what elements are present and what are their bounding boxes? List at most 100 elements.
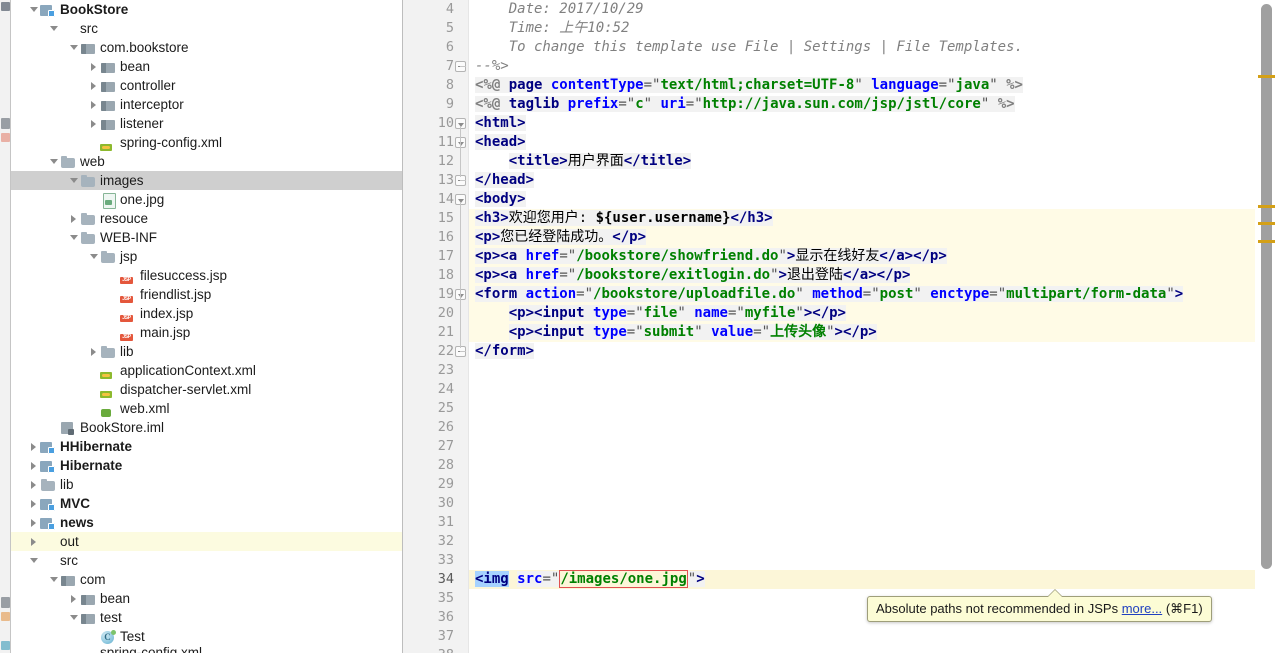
- code-line-21[interactable]: <p><input type="submit" value="上传头像"></p…: [469, 323, 877, 342]
- chevron-down-icon[interactable]: [29, 551, 40, 570]
- code-line-19[interactable]: <form action="/bookstore/uploadfile.do" …: [469, 285, 1184, 304]
- chevron-right-icon[interactable]: [69, 589, 80, 608]
- tree-item-web-xml[interactable]: web.xml: [11, 399, 402, 418]
- chevron-right-icon[interactable]: [89, 114, 100, 133]
- tree-item-spring-config-xml[interactable]: spring-config.xml: [11, 133, 402, 152]
- tree-item-web-inf[interactable]: WEB-INF: [11, 228, 402, 247]
- line-number: 28: [437, 457, 454, 473]
- code-line-22[interactable]: </form>: [469, 342, 535, 361]
- tree-item-bookstore-iml[interactable]: BookStore.iml: [11, 418, 402, 437]
- tool-window-icon-5[interactable]: [1, 612, 10, 621]
- code-line-9[interactable]: <%@ taglib prefix="c" uri="http://java.s…: [469, 95, 1015, 114]
- chevron-down-icon[interactable]: [69, 38, 80, 57]
- tool-window-icon-2[interactable]: [1, 118, 10, 129]
- code-editor[interactable]: 4 5 6 7 8 9 10 11 12 13 14 15 16 17 18 19 20 21 22 23 24 25 26…: [403, 0, 1277, 653]
- code-line-15[interactable]: <h3>欢迎您用户: ${user.username}</h3>: [469, 209, 773, 228]
- tree-item-mvc[interactable]: MVC: [11, 494, 402, 513]
- tree-item-hibernate[interactable]: Hibernate: [11, 456, 402, 475]
- tree-item-hhibernate[interactable]: HHibernate: [11, 437, 402, 456]
- chevron-right-icon[interactable]: [29, 437, 40, 456]
- tree-item-src[interactable]: src: [11, 19, 402, 38]
- tree-item-com[interactable]: com: [11, 570, 402, 589]
- tree-item-test[interactable]: Test: [11, 627, 402, 646]
- tree-item-test[interactable]: test: [11, 608, 402, 627]
- chevron-down-icon[interactable]: [69, 171, 80, 190]
- tree-item-spring-config-xml[interactable]: spring-config.xml: [11, 646, 402, 653]
- tree-item-bookstore[interactable]: BookStore: [11, 0, 402, 19]
- tree-item-resouce[interactable]: resouce: [11, 209, 402, 228]
- tree-item-lib[interactable]: lib: [11, 475, 402, 494]
- chevron-down-icon[interactable]: [49, 570, 60, 589]
- tree-item-src[interactable]: src: [11, 551, 402, 570]
- line-number: 17: [437, 248, 454, 264]
- code-folding-column[interactable]: [453, 0, 469, 653]
- chevron-right-icon[interactable]: [29, 456, 40, 475]
- left-tool-strip[interactable]: [0, 0, 11, 653]
- tree-item-filesuccess-jsp[interactable]: JSP filesuccess.jsp: [11, 266, 402, 285]
- code-line-34[interactable]: <img src="/images/one.jpg">: [469, 570, 705, 589]
- code-line-7[interactable]: --%>: [469, 57, 509, 76]
- tree-item-one-jpg[interactable]: one.jpg: [11, 190, 402, 209]
- code-line-12[interactable]: <title>用户界面</title>: [469, 152, 692, 171]
- tree-item-friendlist-jsp[interactable]: JSP friendlist.jsp: [11, 285, 402, 304]
- project-tree[interactable]: BookStore src com.bookstore bean controller i…: [11, 0, 403, 653]
- tree-item-out[interactable]: out: [11, 532, 402, 551]
- warning-marker[interactable]: [1258, 240, 1275, 243]
- chevron-right-icon[interactable]: [69, 209, 80, 228]
- chevron-right-icon[interactable]: [89, 57, 100, 76]
- warning-marker[interactable]: [1258, 75, 1275, 78]
- tool-window-icon-1[interactable]: [1, 2, 10, 11]
- chevron-right-icon[interactable]: [89, 76, 100, 95]
- tree-item-news[interactable]: news: [11, 513, 402, 532]
- code-line-13[interactable]: </head>: [469, 171, 535, 190]
- code-line-20[interactable]: <p><input type="file" name="myfile"></p>: [469, 304, 846, 323]
- chevron-down-icon[interactable]: [49, 152, 60, 171]
- tree-item-jsp[interactable]: jsp: [11, 247, 402, 266]
- tree-item-com-bookstore[interactable]: com.bookstore: [11, 38, 402, 57]
- tree-item-web[interactable]: web: [11, 152, 402, 171]
- code-line-16[interactable]: <p>您已经登陆成功。</p>: [469, 228, 647, 247]
- scrollbar-thumb[interactable]: [1261, 4, 1272, 569]
- warning-marker[interactable]: [1258, 222, 1275, 225]
- chevron-right-icon[interactable]: [89, 342, 100, 361]
- tooltip-more-link[interactable]: more...: [1122, 601, 1162, 616]
- chevron-right-icon[interactable]: [89, 95, 100, 114]
- tree-item-controller[interactable]: controller: [11, 76, 402, 95]
- tree-item-bean[interactable]: bean: [11, 57, 402, 76]
- code-line-6[interactable]: To change this template use File | Setti…: [469, 38, 1023, 57]
- code-line-5[interactable]: Time: 上午10:52: [469, 19, 630, 38]
- tree-item-applicationcontext-xml[interactable]: applicationContext.xml: [11, 361, 402, 380]
- warning-marker[interactable]: [1258, 205, 1275, 208]
- tree-item-interceptor[interactable]: interceptor: [11, 95, 402, 114]
- chevron-down-icon[interactable]: [69, 228, 80, 247]
- tool-window-icon-6[interactable]: [1, 641, 10, 650]
- chevron-down-icon[interactable]: [49, 19, 60, 38]
- chevron-right-icon[interactable]: [29, 513, 40, 532]
- tool-window-icon-3[interactable]: [1, 133, 10, 142]
- tool-window-icon-4[interactable]: [1, 597, 10, 608]
- tree-item-main-jsp[interactable]: JSP main.jsp: [11, 323, 402, 342]
- tree-item-dispatcher-servlet-xml[interactable]: dispatcher-servlet.xml: [11, 380, 402, 399]
- chevron-right-icon[interactable]: [29, 494, 40, 513]
- chevron-down-icon[interactable]: [89, 247, 100, 266]
- code-line-10[interactable]: <html>: [469, 114, 526, 133]
- tree-item-lib[interactable]: lib: [11, 342, 402, 361]
- chevron-down-icon[interactable]: [69, 608, 80, 627]
- tree-item-index-jsp[interactable]: JSP index.jsp: [11, 304, 402, 323]
- code-line-8[interactable]: <%@ page contentType="text/html;charset=…: [469, 76, 1023, 95]
- code-line-4[interactable]: Date: 2017/10/29: [469, 0, 644, 19]
- tree-item-label: bean: [120, 59, 151, 74]
- code-line-18[interactable]: <p><a href="/bookstore/exitlogin.do">退出登…: [469, 266, 911, 285]
- error-stripe-scrollbar[interactable]: [1255, 0, 1277, 653]
- package-icon: [100, 116, 116, 132]
- code-line-11[interactable]: <head>: [469, 133, 526, 152]
- chevron-right-icon[interactable]: [29, 532, 40, 551]
- chevron-right-icon[interactable]: [29, 475, 40, 494]
- tree-item-listener[interactable]: listener: [11, 114, 402, 133]
- tree-item-bean[interactable]: bean: [11, 589, 402, 608]
- tree-item-images[interactable]: images: [11, 171, 402, 190]
- code-text-area[interactable]: Date: 2017/10/29 Time: 上午10:52 To change…: [469, 0, 1255, 653]
- code-line-14[interactable]: <body>: [469, 190, 526, 209]
- code-line-17[interactable]: <p><a href="/bookstore/showfriend.do">显示…: [469, 247, 947, 266]
- chevron-down-icon[interactable]: [29, 0, 40, 19]
